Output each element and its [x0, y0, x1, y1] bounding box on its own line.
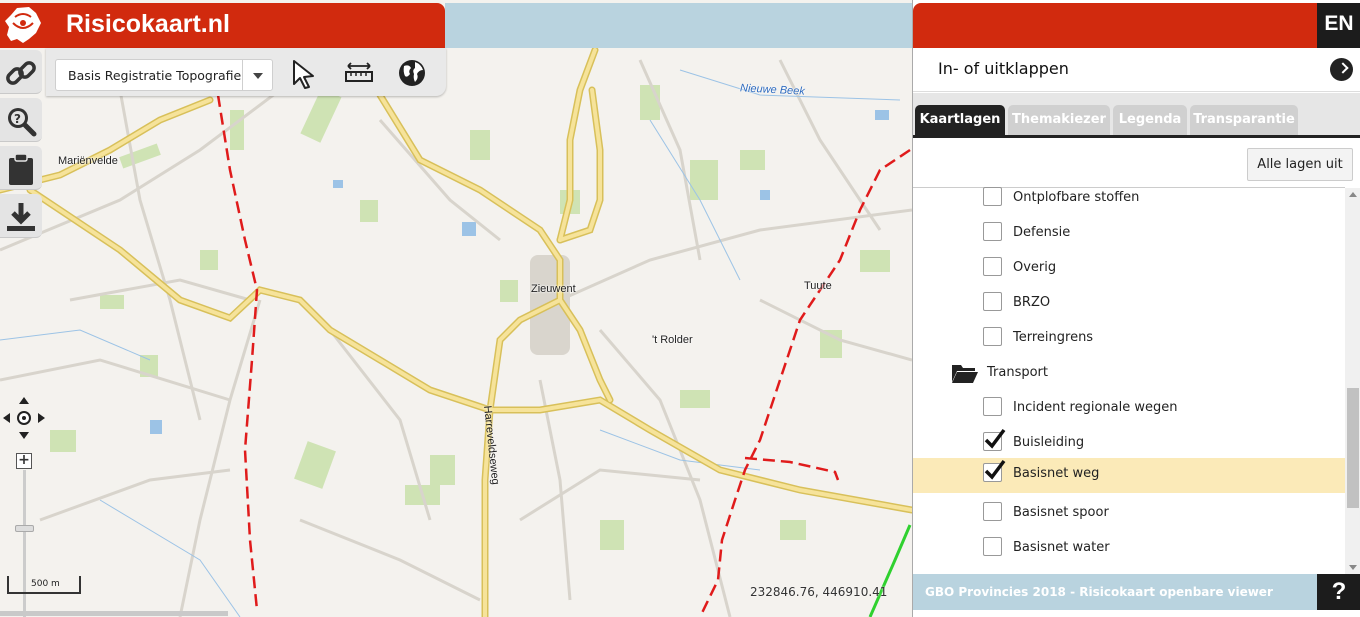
layer-label: Basisnet weg: [1013, 466, 1100, 481]
footer-text: GBO Provincies 2018 - Risicokaart openba…: [925, 585, 1273, 599]
layer-label: Ontplofbare stoffen: [1013, 190, 1140, 205]
tab-themakiezer[interactable]: Themakiezer: [1008, 105, 1110, 135]
layer-label: Terreingrens: [1013, 330, 1094, 345]
checkmark-icon: [984, 428, 1006, 449]
layer-label: Incident regionale wegen: [1013, 400, 1178, 415]
language-button[interactable]: EN: [1317, 3, 1360, 48]
layer-checkbox-checked[interactable]: [983, 459, 1006, 482]
base-layer-select-value: Basis Registratie Topografie: [68, 68, 242, 83]
panel-tabs: Kaartlagen Themakiezer Legenda Transpara…: [913, 93, 1360, 138]
download-icon: [7, 203, 35, 231]
app-root: Mariënvelde Zieuwent Tuute 't Rolder Nie…: [0, 0, 1360, 617]
collapse-toggle[interactable]: In- of uitklappen: [913, 48, 1360, 92]
scale-bar: 500 m: [7, 576, 81, 594]
layer-checkbox[interactable]: [983, 292, 1002, 311]
layer-checkbox[interactable]: [983, 502, 1002, 521]
brand-banner: Risicokaart.nl: [0, 3, 445, 48]
map-toolbar: Basis Registratie Topografie: [46, 48, 446, 96]
side-panel: EN In- of uitklappen Kaartlagen Themakie…: [912, 0, 1360, 617]
checkmark-icon: [984, 459, 1006, 480]
tab-legenda[interactable]: Legenda: [1113, 105, 1187, 135]
chevron-down-icon[interactable]: [242, 60, 272, 90]
layer-checkbox-checked[interactable]: [983, 428, 1006, 451]
layer-item[interactable]: Buisleiding: [913, 427, 1345, 462]
clipboard-button[interactable]: [0, 146, 42, 190]
zoom-in-button[interactable]: +: [16, 453, 32, 469]
place-label: Mariënvelde: [58, 155, 118, 167]
tab-kaartlagen[interactable]: Kaartlagen: [915, 105, 1005, 135]
layer-checkbox[interactable]: [983, 537, 1002, 556]
app-title: Risicokaart.nl: [66, 10, 230, 38]
scrollbar-thumb[interactable]: [1347, 388, 1359, 508]
link-button[interactable]: [0, 50, 42, 94]
layer-checkbox[interactable]: [983, 257, 1002, 276]
link-icon: [6, 61, 36, 85]
layer-item[interactable]: Ontplofbare stoffen: [913, 182, 1345, 217]
place-label: 't Rolder: [652, 334, 693, 346]
layer-checkbox[interactable]: [983, 327, 1002, 346]
layer-item[interactable]: Incident regionale wegen: [913, 392, 1345, 427]
chevron-right-icon[interactable]: [1330, 58, 1353, 81]
top-strip: [445, 3, 912, 48]
place-label: Tuute: [804, 280, 832, 292]
pointer-icon[interactable]: [287, 56, 321, 90]
vertical-scrollbar[interactable]: [1345, 188, 1360, 574]
layer-label: Defensie: [1013, 225, 1071, 240]
zoom-slider-handle[interactable]: [15, 525, 34, 532]
layer-label: BRZO: [1013, 295, 1051, 310]
folder-label: Transport: [987, 365, 1049, 380]
all-layers-off-button[interactable]: Alle lagen uit: [1247, 148, 1353, 181]
layer-label: Overig: [1013, 260, 1057, 275]
svg-text:?: ?: [14, 112, 21, 126]
scale-bar-label: 500 m: [31, 579, 60, 589]
panel-footer: GBO Provincies 2018 - Risicokaart openba…: [913, 574, 1317, 610]
scroll-down-icon[interactable]: [1349, 565, 1357, 570]
risicokaart-logo-icon: [5, 7, 41, 43]
help-button[interactable]: ?: [1317, 574, 1360, 610]
base-layer-select[interactable]: Basis Registratie Topografie: [55, 59, 273, 91]
map-canvas[interactable]: Mariënvelde Zieuwent Tuute 't Rolder Nie…: [0, 0, 912, 617]
zoom-slider[interactable]: [23, 470, 26, 617]
layer-item[interactable]: Overig: [913, 252, 1345, 287]
folder-transport[interactable]: Transport: [913, 357, 1345, 392]
horizontal-scrollbar[interactable]: [0, 611, 228, 616]
pan-arrows-icon: [3, 397, 45, 439]
layer-checkbox[interactable]: [983, 222, 1002, 241]
layer-item[interactable]: Basisnet spoor: [913, 497, 1345, 532]
layer-label: Buisleiding: [1013, 435, 1085, 450]
layer-item[interactable]: Basisnet water: [913, 532, 1345, 567]
layer-label: Basisnet water: [1013, 540, 1110, 555]
layer-label: Basisnet spoor: [1013, 505, 1109, 520]
tab-transparantie[interactable]: Transparantie: [1190, 105, 1298, 135]
layer-list-area: Alle lagen uit Ontplofbare stoffen Defen…: [913, 141, 1360, 574]
coordinate-readout: 232846.76, 446910.41: [750, 585, 888, 599]
measure-icon[interactable]: [342, 56, 376, 90]
search-icon: ?: [8, 108, 37, 137]
layer-item-selected[interactable]: Basisnet weg: [913, 458, 1345, 493]
layer-item[interactable]: BRZO: [913, 287, 1345, 322]
globe-icon[interactable]: [395, 56, 429, 90]
collapse-toggle-label: In- of uitklappen: [938, 59, 1069, 78]
layer-item[interactable]: Defensie: [913, 217, 1345, 252]
panel-header: [913, 3, 1317, 48]
pan-control[interactable]: [2, 396, 46, 440]
scroll-up-icon[interactable]: [1349, 192, 1357, 197]
layer-checkbox[interactable]: [983, 397, 1002, 416]
layer-checkbox[interactable]: [983, 187, 1002, 206]
layer-item[interactable]: Terreingrens: [913, 322, 1345, 357]
clipboard-icon: [9, 153, 33, 185]
folder-open-icon: [952, 365, 978, 383]
download-button[interactable]: [0, 194, 42, 238]
search-button[interactable]: ?: [0, 98, 42, 142]
place-label: Zieuwent: [531, 283, 576, 295]
